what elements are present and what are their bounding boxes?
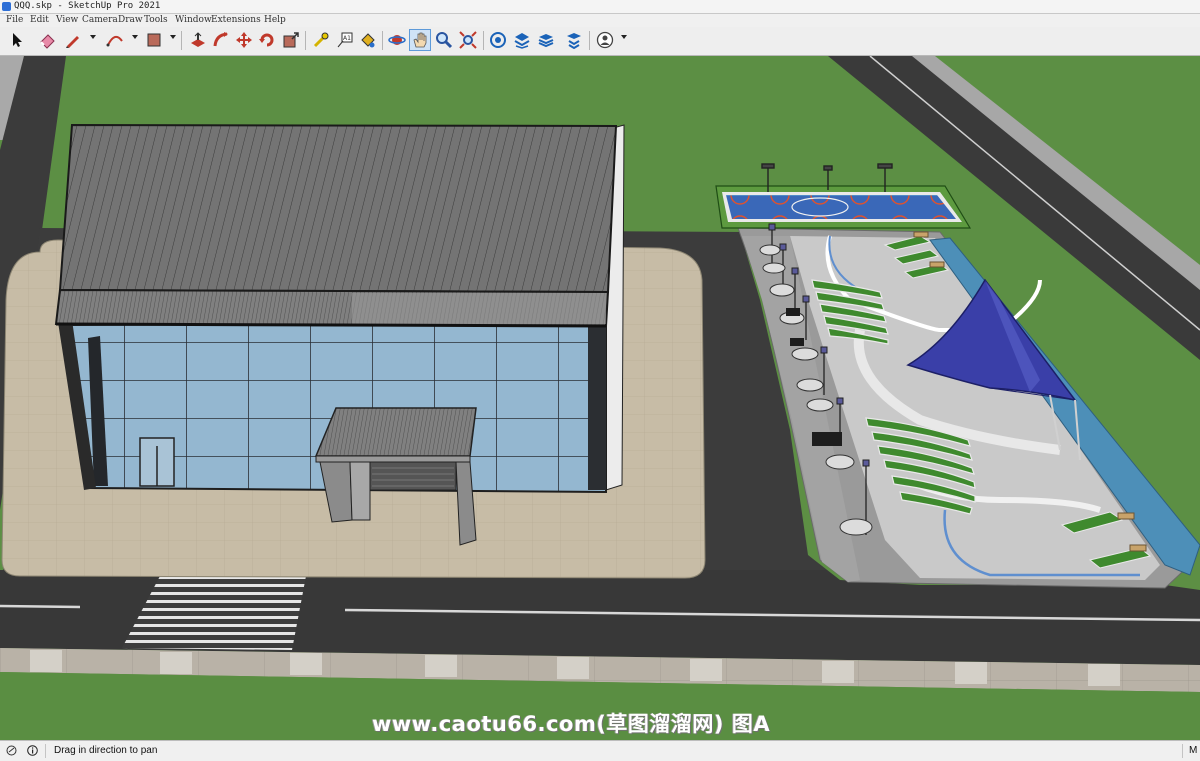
line-tool[interactable] [62, 29, 84, 51]
eraser-tool[interactable] [36, 29, 58, 51]
follow-me-tool[interactable] [210, 29, 232, 51]
zoom-extents-icon [459, 31, 477, 49]
scene-canvas[interactable] [0, 56, 1200, 740]
layout-button[interactable] [535, 29, 557, 51]
rotate-tool[interactable] [256, 29, 278, 51]
status-bar: Drag in direction to pan M [0, 740, 1200, 761]
zoom-extents-tool[interactable] [457, 29, 479, 51]
watermark-text: www.caotu66.com(草图溜溜网) 图A [372, 712, 771, 736]
info-icon[interactable] [27, 745, 38, 756]
tape-measure-icon [313, 32, 329, 48]
text-icon: A1 [337, 32, 353, 48]
text-tool[interactable]: A1 [334, 29, 356, 51]
zoom-tool[interactable] [433, 29, 455, 51]
menu-help[interactable]: Help [262, 14, 288, 27]
menu-draw[interactable]: Draw [116, 14, 145, 27]
layers-icon [538, 34, 554, 48]
toolbar-separator [181, 31, 182, 50]
orbit-tool[interactable] [386, 29, 408, 51]
warehouse-icon [490, 32, 506, 48]
menu-view[interactable]: View [54, 14, 80, 27]
status-divider [45, 744, 46, 758]
sketchup-app-icon [2, 2, 11, 11]
eraser-icon [40, 34, 55, 49]
account-dropdown-icon[interactable] [621, 35, 627, 39]
menu-file[interactable]: File [4, 14, 25, 27]
rotate-icon [259, 33, 274, 47]
extension-manager-button[interactable] [563, 29, 585, 51]
shape-tool-dropdown-icon[interactable] [170, 35, 176, 39]
move-tool[interactable] [233, 29, 255, 51]
menu-window[interactable]: Window [173, 14, 214, 27]
toolbar-separator [305, 31, 306, 50]
line-tool-dropdown-icon[interactable] [90, 35, 96, 39]
push-pull-icon [191, 32, 205, 47]
arc-icon [106, 35, 123, 47]
arrow-cursor-icon [13, 33, 22, 47]
arc-tool-dropdown-icon[interactable] [132, 35, 138, 39]
modeling-viewport[interactable]: www.caotu66.com(草图溜溜网) 图A [0, 56, 1200, 740]
toolbar-separator [589, 31, 590, 50]
extension-warehouse-button[interactable] [511, 29, 533, 51]
shape-tool[interactable] [143, 29, 165, 51]
rectangle-icon [147, 33, 161, 47]
toolbar-separator [382, 31, 383, 50]
toolbar-separator [483, 31, 484, 50]
menu-extensions[interactable]: Extensions [209, 14, 263, 27]
scale-tool[interactable] [280, 29, 302, 51]
select-tool[interactable] [6, 29, 28, 51]
pan-tool[interactable] [409, 29, 431, 51]
title-bar: QQQ.skp - SketchUp Pro 2021 [0, 0, 1200, 14]
user-account-icon [596, 31, 614, 49]
orbit-icon [388, 35, 406, 45]
large-toolset-toolbar: A1 [0, 27, 1200, 56]
status-message: Drag in direction to pan [54, 745, 158, 756]
menu-tools[interactable]: Tools [142, 14, 170, 27]
pan-hand-icon [413, 32, 427, 48]
office-building [54, 123, 625, 546]
arc-tool[interactable] [104, 29, 126, 51]
status-divider [1182, 744, 1183, 758]
tape-measure-tool[interactable] [310, 29, 332, 51]
paint-bucket-tool[interactable] [357, 29, 379, 51]
menu-camera[interactable]: Camera [80, 14, 120, 27]
paint-bucket-icon [361, 33, 375, 48]
window-title: QQQ.skp - SketchUp Pro 2021 [14, 1, 161, 11]
extension-manager-icon [567, 33, 581, 49]
move-icon [236, 32, 252, 48]
measurements-label: M [1189, 745, 1198, 756]
extension-warehouse-icon [514, 33, 530, 49]
push-pull-tool[interactable] [187, 29, 209, 51]
magnifier-icon [436, 32, 453, 49]
menu-edit[interactable]: Edit [28, 14, 51, 27]
follow-me-icon [213, 32, 228, 47]
scale-icon [283, 32, 299, 48]
account-button[interactable] [594, 29, 616, 51]
pencil-icon [66, 36, 79, 48]
3d-warehouse-button[interactable] [487, 29, 509, 51]
geo-location-icon[interactable] [6, 745, 17, 756]
menu-bar: File Edit View Camera Draw Tools Window … [0, 14, 1200, 27]
svg-text:A1: A1 [343, 35, 351, 42]
